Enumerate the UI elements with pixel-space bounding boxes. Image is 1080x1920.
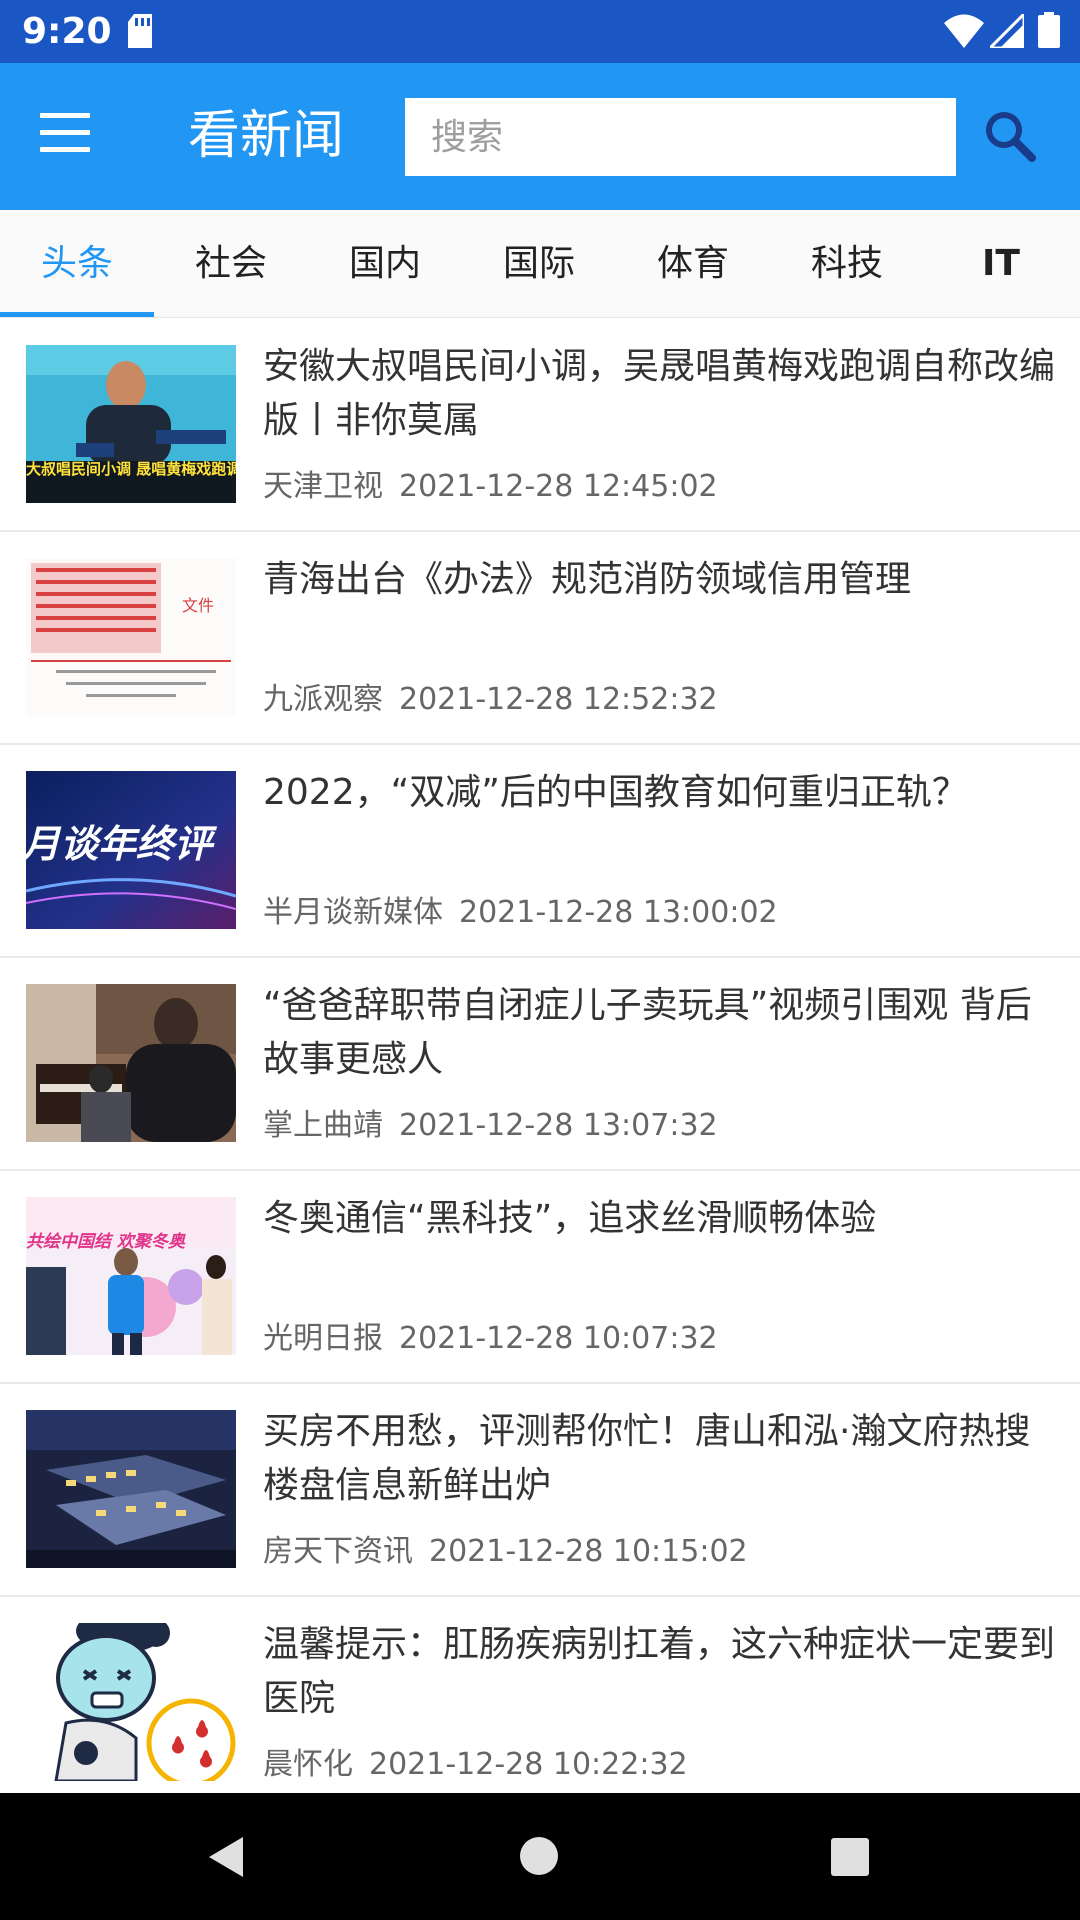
news-thumbnail: 文件 [26,558,236,716]
navigation-bar [0,1793,1080,1920]
news-item[interactable]: 文件 青海出台《办法》规范消防领域信用管理 九派观察 2021-12-28 12:… [0,531,1080,745]
news-source: 房天下资讯 [263,1534,413,1569]
tab-headlines[interactable]: 头条 [0,210,154,317]
recents-icon[interactable] [831,1838,869,1880]
news-item[interactable]: 月谈年终评 2022，“双减”后的中国教育如何重归正轨？ 半月谈新媒体 2021-… [0,744,1080,958]
thumbnail-caption: 大叔唱民间小调 晟唱黄梅戏跑调自称改编 [26,460,236,478]
tab-it[interactable]: IT [924,210,1078,317]
news-meta: 掌上曲靖 2021-12-28 13:07:32 [263,1106,718,1146]
news-date: 2021-12-28 12:52:32 [399,682,718,717]
news-thumbnail [26,1410,236,1568]
news-title: “爸爸辞职带自闭症儿子卖玩具”视频引围观 背后故事更感人 [263,985,1032,1080]
news-date: 2021-12-28 10:07:32 [399,1321,718,1356]
thumbnail-caption: 文件 [182,596,215,615]
news-thumbnail: 大叔唱民间小调 晟唱黄梅戏跑调自称改编 [26,345,236,503]
news-title: 2022，“双减”后的中国教育如何重归正轨？ [263,772,968,813]
news-item[interactable]: 大叔唱民间小调 晟唱黄梅戏跑调自称改编 安徽大叔唱民间小调，吴晟唱黄梅戏跑调自称… [0,318,1080,532]
news-meta: 房天下资讯 2021-12-28 10:15:02 [263,1532,748,1572]
wifi-icon [944,14,984,52]
app-bar: 看新闻 [0,63,1080,210]
news-meta: 天津卫视 2021-12-28 12:45:02 [263,467,718,507]
news-item[interactable]: “爸爸辞职带自闭症儿子卖玩具”视频引围观 背后故事更感人 掌上曲靖 2021-12… [0,957,1080,1171]
category-tabs: 头条 社会 国内 国际 体育 科技 IT [0,210,1080,318]
tab-international[interactable]: 国际 [462,210,616,317]
news-title: 冬奥通信“黑科技”，追求丝滑顺畅体验 [263,1198,877,1239]
menu-icon[interactable] [40,113,96,157]
battery-icon [1038,12,1060,52]
status-bar: 9:20 [0,0,1080,63]
news-title: 买房不用愁，评测帮你忙！唐山和泓·瀚文府热搜楼盘信息新鲜出炉 [263,1411,1031,1506]
news-meta: 晨怀化 2021-12-28 10:22:32 [263,1745,688,1785]
tab-society[interactable]: 社会 [154,210,308,317]
news-date: 2021-12-28 13:00:02 [459,895,778,930]
news-source: 九派观察 [263,682,383,717]
news-source: 天津卫视 [263,469,383,504]
news-thumbnail: 共绘中国结 欢聚冬奥 [26,1197,236,1355]
news-item[interactable]: 买房不用愁，评测帮你忙！唐山和泓·瀚文府热搜楼盘信息新鲜出炉 房天下资讯 2021… [0,1383,1080,1597]
news-thumbnail [26,984,236,1142]
search-input[interactable] [405,98,956,176]
thumbnail-caption: 月谈年终评 [26,822,213,866]
news-title: 青海出台《办法》规范消防领域信用管理 [263,559,912,600]
signal-icon [986,10,1026,52]
tab-sports[interactable]: 体育 [616,210,770,317]
news-source: 晨怀化 [263,1747,353,1782]
news-meta: 九派观察 2021-12-28 12:52:32 [263,680,718,720]
news-date: 2021-12-28 10:15:02 [429,1534,748,1569]
news-source: 光明日报 [263,1321,383,1356]
back-icon[interactable] [205,1835,245,1883]
news-meta: 半月谈新媒体 2021-12-28 13:00:02 [263,893,778,933]
news-date: 2021-12-28 10:22:32 [369,1747,688,1782]
news-thumbnail [26,1623,236,1781]
home-icon[interactable] [519,1836,559,1880]
news-date: 2021-12-28 13:07:32 [399,1108,718,1143]
sd-card-icon [126,14,154,52]
news-item[interactable]: 共绘中国结 欢聚冬奥 冬奥通信“黑科技”，追求丝滑顺畅体验 光明日报 2021-1… [0,1170,1080,1384]
tab-technology[interactable]: 科技 [770,210,924,317]
news-date: 2021-12-28 12:45:02 [399,469,718,504]
status-time: 9:20 [22,11,112,52]
news-source: 掌上曲靖 [263,1108,383,1143]
app-title: 看新闻 [188,106,345,166]
news-list: 大叔唱民间小调 晟唱黄梅戏跑调自称改编 安徽大叔唱民间小调，吴晟唱黄梅戏跑调自称… [0,318,1080,1793]
news-title: 安徽大叔唱民间小调，吴晟唱黄梅戏跑调自称改编版丨非你莫属 [263,346,1056,441]
news-thumbnail: 月谈年终评 [26,771,236,929]
news-item[interactable]: 温馨提示：肛肠疾病别扛着，这六种症状一定要到医院 晨怀化 2021-12-28 1… [0,1596,1080,1793]
tab-domestic[interactable]: 国内 [308,210,462,317]
thumbnail-caption: 共绘中国结 欢聚冬奥 [26,1232,185,1252]
news-title: 温馨提示：肛肠疾病别扛着，这六种症状一定要到医院 [263,1624,1056,1719]
search-icon[interactable] [982,108,1038,164]
news-meta: 光明日报 2021-12-28 10:07:32 [263,1319,718,1359]
news-source: 半月谈新媒体 [263,895,443,930]
